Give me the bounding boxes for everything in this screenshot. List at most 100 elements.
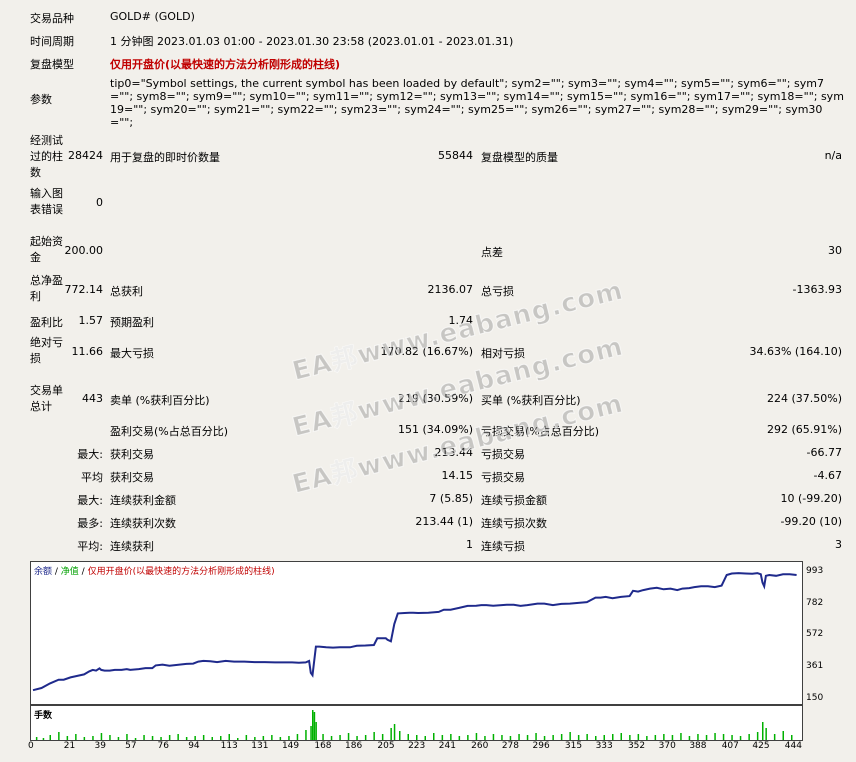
- volume-bar: [126, 734, 128, 740]
- volume-bar: [312, 710, 314, 740]
- volume-bar: [646, 736, 648, 740]
- volume-bar: [75, 734, 77, 740]
- legend-balance: 余额: [34, 567, 53, 577]
- volume-bar: [49, 735, 51, 740]
- pf-label: 盈利比: [30, 316, 63, 329]
- volume-bar: [339, 735, 341, 740]
- volume-bar: [739, 736, 742, 740]
- volume-bar: [663, 734, 665, 740]
- trades-label: 交易单 总计: [30, 384, 63, 413]
- volume-bar: [518, 734, 520, 740]
- deposit-label: 起始资金: [30, 235, 63, 264]
- volume-bar: [680, 733, 682, 740]
- most-prefix: 最多:: [77, 517, 103, 530]
- volume-bar: [288, 736, 290, 740]
- win-label: 盈利交易(%占总百分比): [110, 425, 229, 438]
- ticks-value: 55844: [438, 149, 473, 162]
- volume-bar: [543, 736, 546, 740]
- volume-bar: [492, 734, 495, 740]
- x-tick-label: 76: [157, 741, 169, 751]
- volume-bar: [762, 722, 764, 740]
- x-tick-label: 370: [658, 741, 676, 751]
- avg-cons-loss-label: 连续亏损: [481, 540, 525, 553]
- volume-bar: [697, 734, 699, 740]
- cons-loss-amt-label: 连续亏损金额: [481, 494, 547, 507]
- x-tick-label: 186: [345, 741, 363, 751]
- volume-bar: [393, 724, 396, 740]
- volume-bar: [586, 734, 588, 740]
- x-tick-label: 278: [501, 741, 520, 751]
- volume-bar: [211, 737, 213, 740]
- volume-bar: [748, 734, 750, 740]
- volume-bar: [791, 735, 793, 740]
- symbol-value: GOLD# (GOLD): [110, 10, 195, 23]
- volume-bar: [458, 736, 461, 740]
- volume-bar: [441, 735, 444, 740]
- x-tick-label: 39: [94, 741, 106, 751]
- volume-bar: [722, 734, 725, 740]
- volume-bar: [42, 738, 45, 740]
- errors-value: 0: [96, 196, 103, 209]
- largest-win-label: 获利交易: [110, 448, 154, 461]
- volume-bar: [399, 731, 401, 740]
- balance-line: [32, 572, 797, 692]
- y-tick-label: 150: [806, 693, 824, 703]
- avg-cons-win-label: 连续获利: [110, 540, 154, 553]
- x-tick-label: 260: [471, 741, 489, 751]
- volume-bar: [475, 733, 478, 740]
- volume-chart: 手数: [30, 705, 803, 741]
- volume-bar: [279, 737, 282, 740]
- y-tick-label: 993: [806, 566, 824, 577]
- grossprofit-label: 总获利: [110, 285, 143, 298]
- balance-chart-svg: [32, 572, 797, 692]
- x-tick-label: 407: [721, 741, 739, 751]
- cons-win-cnt-value: 213.44 (1): [415, 515, 473, 528]
- volume-bar: [160, 737, 162, 740]
- x-tick-label: 57: [125, 741, 137, 751]
- spread-value: 30: [828, 244, 842, 257]
- period-value: 1 分钟图 2023.01.03 01:00 - 2023.01.30 23:5…: [110, 35, 514, 48]
- volume-bar: [58, 732, 60, 740]
- x-tick-label: 241: [438, 741, 456, 751]
- short-label: 卖单 (%获利百分比): [110, 394, 210, 407]
- volume-bar: [151, 736, 154, 740]
- max1-prefix: 最大:: [77, 448, 103, 461]
- volume-bar: [595, 736, 597, 740]
- volume-bar: [364, 735, 367, 740]
- volume-bar: [501, 735, 503, 740]
- volume-bar: [731, 735, 733, 740]
- volume-bar: [245, 735, 248, 740]
- avg-loss-value: -4.67: [813, 469, 842, 482]
- volume-bar: [134, 738, 137, 740]
- payoff-label: 预期盈利: [110, 316, 154, 329]
- volume-bar: [765, 728, 767, 740]
- avg-loss-label: 亏损交易: [481, 471, 525, 484]
- model-label: 复盘模型: [30, 58, 74, 71]
- quality-label: 复盘模型的质量: [481, 151, 558, 164]
- volume-bar: [467, 735, 469, 740]
- volume-bar: [228, 734, 230, 740]
- volume-bar: [552, 735, 554, 740]
- y-tick-label: 782: [806, 597, 824, 608]
- y-tick-label: 572: [806, 629, 824, 640]
- volume-bar: [35, 737, 38, 740]
- x-tick-label: 149: [281, 741, 300, 751]
- volume-bar: [688, 736, 691, 740]
- volume-bar: [100, 733, 103, 740]
- volume-bar: [83, 737, 86, 740]
- volume-chart-svg: [35, 710, 793, 740]
- volume-bar: [330, 736, 333, 740]
- period-label: 时间周期: [30, 35, 74, 48]
- volume-bar: [109, 735, 111, 740]
- volume-bar: [305, 730, 307, 740]
- volume-bar: [66, 736, 69, 740]
- volume-bar: [177, 734, 179, 740]
- volume-bar: [671, 735, 674, 740]
- volume-bar: [117, 737, 120, 740]
- avg-cons-win-value: 1: [466, 538, 473, 551]
- netprofit-label: 总净盈利: [30, 274, 63, 303]
- trades-value: 443: [82, 392, 103, 405]
- avg1-prefix: 平均: [81, 471, 103, 484]
- avg-cons-loss-value: 3: [835, 538, 842, 551]
- volume-bar: [296, 734, 299, 740]
